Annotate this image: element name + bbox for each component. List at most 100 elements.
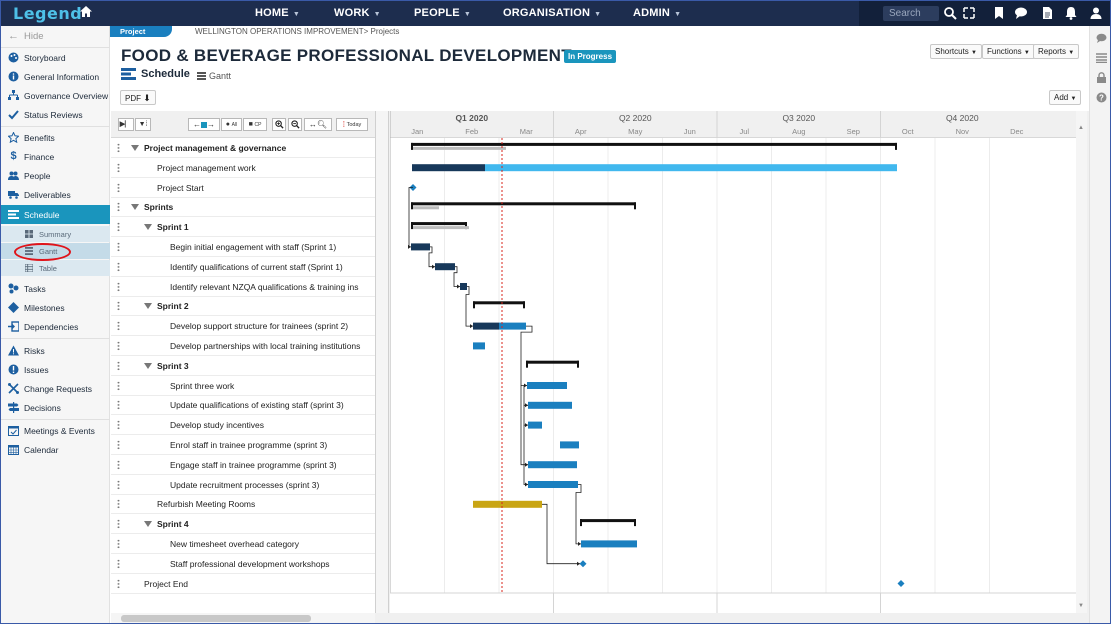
task-row[interactable]: Sprints	[111, 197, 375, 218]
sidebar-item-general-information[interactable]: General Information	[1, 67, 110, 86]
task-row[interactable]: Sprint three work	[111, 376, 375, 396]
task-row[interactable]: New timesheet overhead category	[111, 534, 375, 554]
sidebar-item-status-reviews[interactable]: Status Reviews	[1, 105, 110, 124]
sidebar-subitem-table[interactable]: Table	[1, 260, 110, 276]
zoom-fit-button[interactable]: ↔🔍︎	[304, 118, 332, 131]
panel-splitter[interactable]	[375, 111, 389, 613]
drag-handle-icon[interactable]	[117, 578, 120, 589]
expand-icon[interactable]	[962, 6, 976, 20]
drag-handle-icon[interactable]	[117, 459, 120, 470]
drag-handle-icon[interactable]	[117, 281, 120, 292]
drag-handle-icon[interactable]	[117, 479, 120, 490]
document-icon[interactable]	[1040, 6, 1054, 20]
indent-button[interactable]: ▶⎸	[118, 118, 134, 131]
task-row[interactable]: Engage staff in trainee programme (sprin…	[111, 455, 375, 475]
nav-people[interactable]: PEOPLE ▼	[414, 7, 471, 19]
drag-handle-icon[interactable]	[117, 558, 120, 569]
drag-handle-icon[interactable]	[117, 321, 120, 332]
collapse-triangle-icon[interactable]	[131, 145, 139, 151]
task-row[interactable]: Develop support structure for trainees (…	[111, 316, 375, 337]
help-icon[interactable]: ?	[1096, 92, 1107, 103]
list-icon[interactable]	[1096, 53, 1107, 63]
task-row[interactable]: Update recruitment processes (sprint 3)	[111, 475, 375, 495]
drag-handle-icon[interactable]	[117, 301, 120, 312]
search-input[interactable]: Search	[883, 6, 939, 21]
sidebar-item-schedule[interactable]: Schedule	[1, 205, 110, 224]
drag-handle-icon[interactable]	[117, 400, 120, 411]
sidebar-item-risks[interactable]: Risks	[1, 341, 110, 360]
task-row[interactable]: Develop study incentives	[111, 415, 375, 436]
scroll-timeline-button[interactable]: ← →	[188, 118, 220, 131]
task-row[interactable]: Project management & governance	[111, 138, 375, 158]
drag-handle-icon[interactable]	[117, 539, 120, 549]
sidebar-item-storyboard[interactable]: Storyboard	[1, 48, 110, 67]
task-row[interactable]: Enrol staff in trainee programme (sprint…	[111, 435, 375, 455]
reports-button[interactable]: Reports ▼	[1033, 44, 1080, 59]
drag-handle-icon[interactable]	[117, 360, 120, 371]
task-row[interactable]: Develop partnerships with local training…	[111, 336, 375, 356]
search-icon[interactable]	[943, 6, 957, 20]
drag-handle-icon[interactable]	[117, 341, 120, 351]
task-row[interactable]: Project End	[111, 574, 375, 594]
sidebar-item-calendar[interactable]: Calendar	[1, 440, 110, 459]
breadcrumb[interactable]: WELLINGTON OPERATIONS IMPROVEMENT> Proje…	[195, 27, 399, 36]
add-button[interactable]: Add ▼	[1049, 90, 1082, 105]
drag-handle-icon[interactable]	[117, 519, 120, 530]
collapse-triangle-icon[interactable]	[144, 224, 152, 231]
chat-icon[interactable]	[1096, 33, 1107, 43]
sidebar-item-dependencies[interactable]: Dependencies	[1, 317, 110, 336]
sidebar-item-milestones[interactable]: Milestones	[1, 298, 110, 317]
pdf-button[interactable]: PDF ⬇	[120, 90, 156, 105]
sidebar-item-meetings-events[interactable]: Meetings & Events	[1, 421, 110, 440]
hide-sidebar-toggle[interactable]: ← Hide	[1, 27, 110, 46]
sidebar-item-finance[interactable]: $ Finance	[1, 147, 110, 166]
zoom-out-button[interactable]	[288, 118, 302, 131]
sidebar-item-deliverables[interactable]: Deliverables	[1, 185, 110, 204]
task-row[interactable]: Project management work	[111, 158, 375, 178]
drag-handle-icon[interactable]	[117, 380, 120, 391]
task-row[interactable]: Refurbish Meeting Rooms	[111, 494, 375, 515]
bell-icon[interactable]	[1064, 6, 1078, 20]
collapse-triangle-icon[interactable]	[144, 303, 152, 310]
drag-handle-icon[interactable]	[117, 420, 120, 431]
task-row[interactable]: Update qualifications of existing staff …	[111, 395, 375, 416]
project-tab[interactable]: Project	[110, 26, 172, 37]
user-icon[interactable]	[1089, 6, 1103, 20]
drag-handle-icon[interactable]	[117, 182, 120, 193]
sidebar-item-benefits[interactable]: Benefits	[1, 128, 110, 147]
nav-home[interactable]: HOME ▼	[255, 7, 300, 19]
task-row[interactable]: Identify qualifications of current staff…	[111, 257, 375, 277]
drag-handle-icon[interactable]	[117, 440, 120, 450]
scroll-up-icon[interactable]: ▲	[1078, 125, 1084, 131]
horizontal-scroll-thumb[interactable]	[121, 615, 311, 622]
vertical-scrollbar[interactable]: ▲ ▼	[1076, 111, 1087, 613]
task-row[interactable]: Sprint 3	[111, 356, 375, 376]
filter-button[interactable]: ▼⁞	[135, 118, 151, 131]
task-row[interactable]: Staff professional development workshops	[111, 554, 375, 574]
lock-icon[interactable]	[1096, 72, 1107, 83]
task-row[interactable]: Sprint 4	[111, 514, 375, 535]
task-row[interactable]: Sprint 1	[111, 217, 375, 238]
drag-handle-icon[interactable]	[117, 261, 120, 272]
drag-handle-icon[interactable]	[117, 222, 120, 233]
critical-path-button[interactable]: ■ CP	[243, 118, 267, 131]
today-button[interactable]: ⁞ Today	[336, 118, 368, 131]
sidebar-item-tasks[interactable]: Tasks	[1, 279, 110, 298]
task-row[interactable]: Begin initial engagement with staff (Spr…	[111, 237, 375, 257]
drag-handle-icon[interactable]	[117, 162, 120, 173]
nav-admin[interactable]: ADMIN ▼	[633, 7, 681, 19]
task-row[interactable]: Sprint 2	[111, 296, 375, 317]
app-logo[interactable]: Legend	[13, 4, 82, 23]
sidebar-item-issues[interactable]: Issues	[1, 360, 110, 379]
home-icon[interactable]	[79, 5, 93, 18]
sidebar-subitem-summary[interactable]: Summary	[1, 226, 110, 242]
sidebar-item-decisions[interactable]: Decisions	[1, 398, 110, 417]
show-all-button[interactable]: ● All	[221, 118, 242, 131]
task-row[interactable]: Identify relevant NZQA qualifications & …	[111, 277, 375, 297]
collapse-triangle-icon[interactable]	[144, 362, 152, 369]
collapse-triangle-icon[interactable]	[144, 521, 152, 528]
sidebar-item-people[interactable]: People	[1, 166, 110, 185]
task-row[interactable]: Project Start	[111, 178, 375, 198]
sidebar-item-governance-overview[interactable]: Governance Overview	[1, 86, 110, 105]
shortcuts-button[interactable]: Shortcuts ▼	[930, 44, 982, 59]
